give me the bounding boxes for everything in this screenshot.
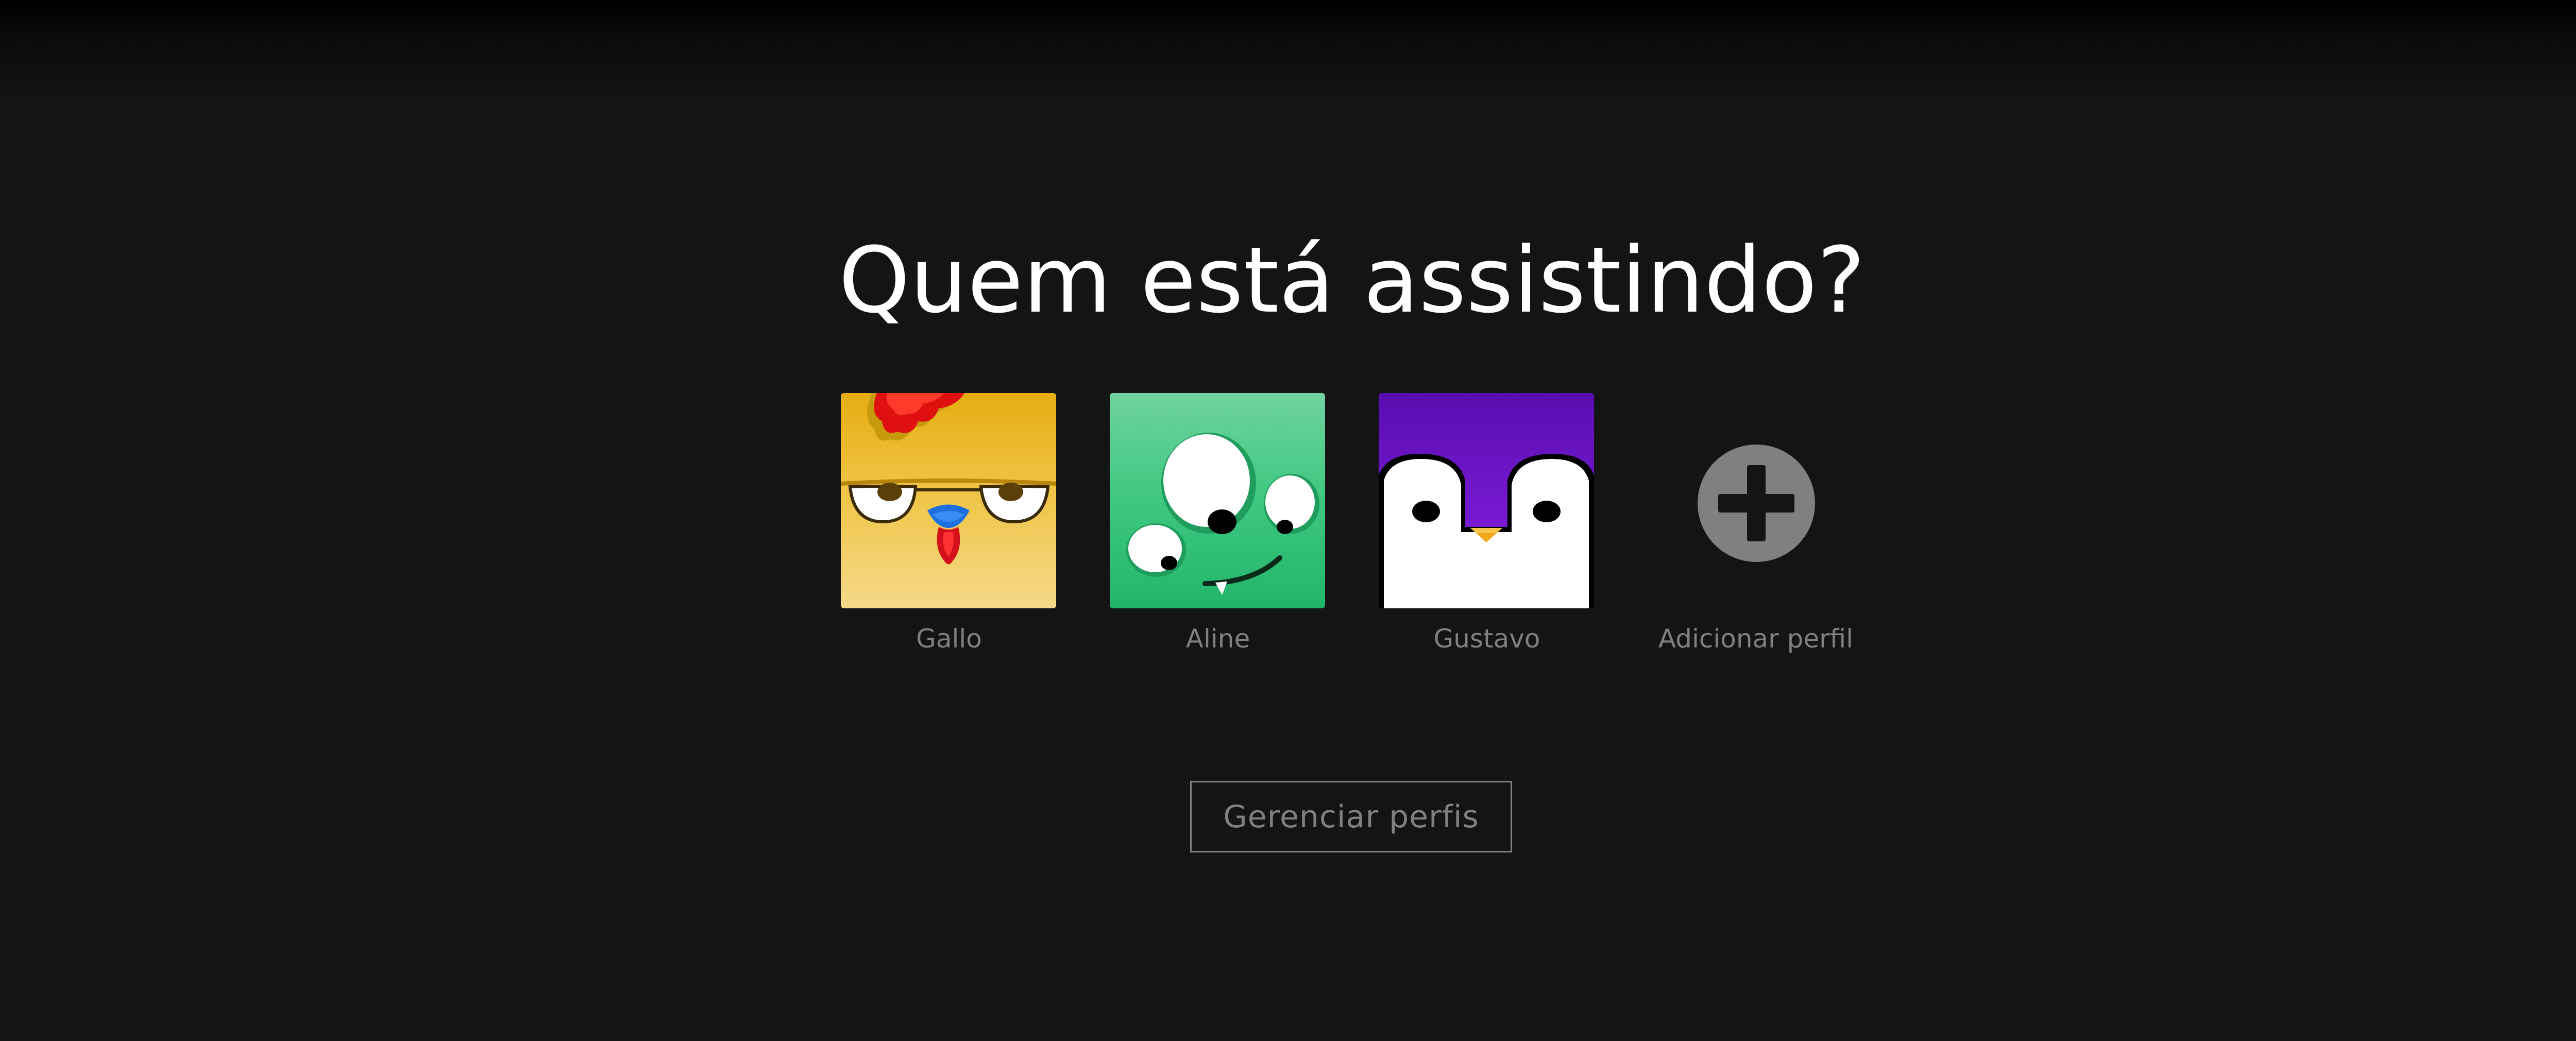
plus-circle-icon[interactable]	[1698, 445, 1815, 562]
green-monster-avatar-icon[interactable]	[1110, 393, 1325, 608]
profile-name: Gustavo	[1433, 624, 1540, 654]
rooster-avatar-icon[interactable]	[841, 393, 1056, 608]
profile-name: Gallo	[916, 624, 982, 654]
manage-profiles-button[interactable]: Gerenciar perfis	[1190, 781, 1512, 852]
profile-list: Gallo Aline Gustavo Adicionar perfil	[841, 393, 1871, 671]
add-profile-label: Adicionar perfil	[1658, 624, 1854, 654]
penguin-avatar-icon[interactable]	[1379, 393, 1594, 608]
page-title: Quem está assistindo?	[838, 228, 1866, 333]
profile-selection-screen: Quem está assistindo? Gallo Aline Gustav…	[0, 0, 2576, 1041]
profile-name: Aline	[1185, 624, 1250, 654]
